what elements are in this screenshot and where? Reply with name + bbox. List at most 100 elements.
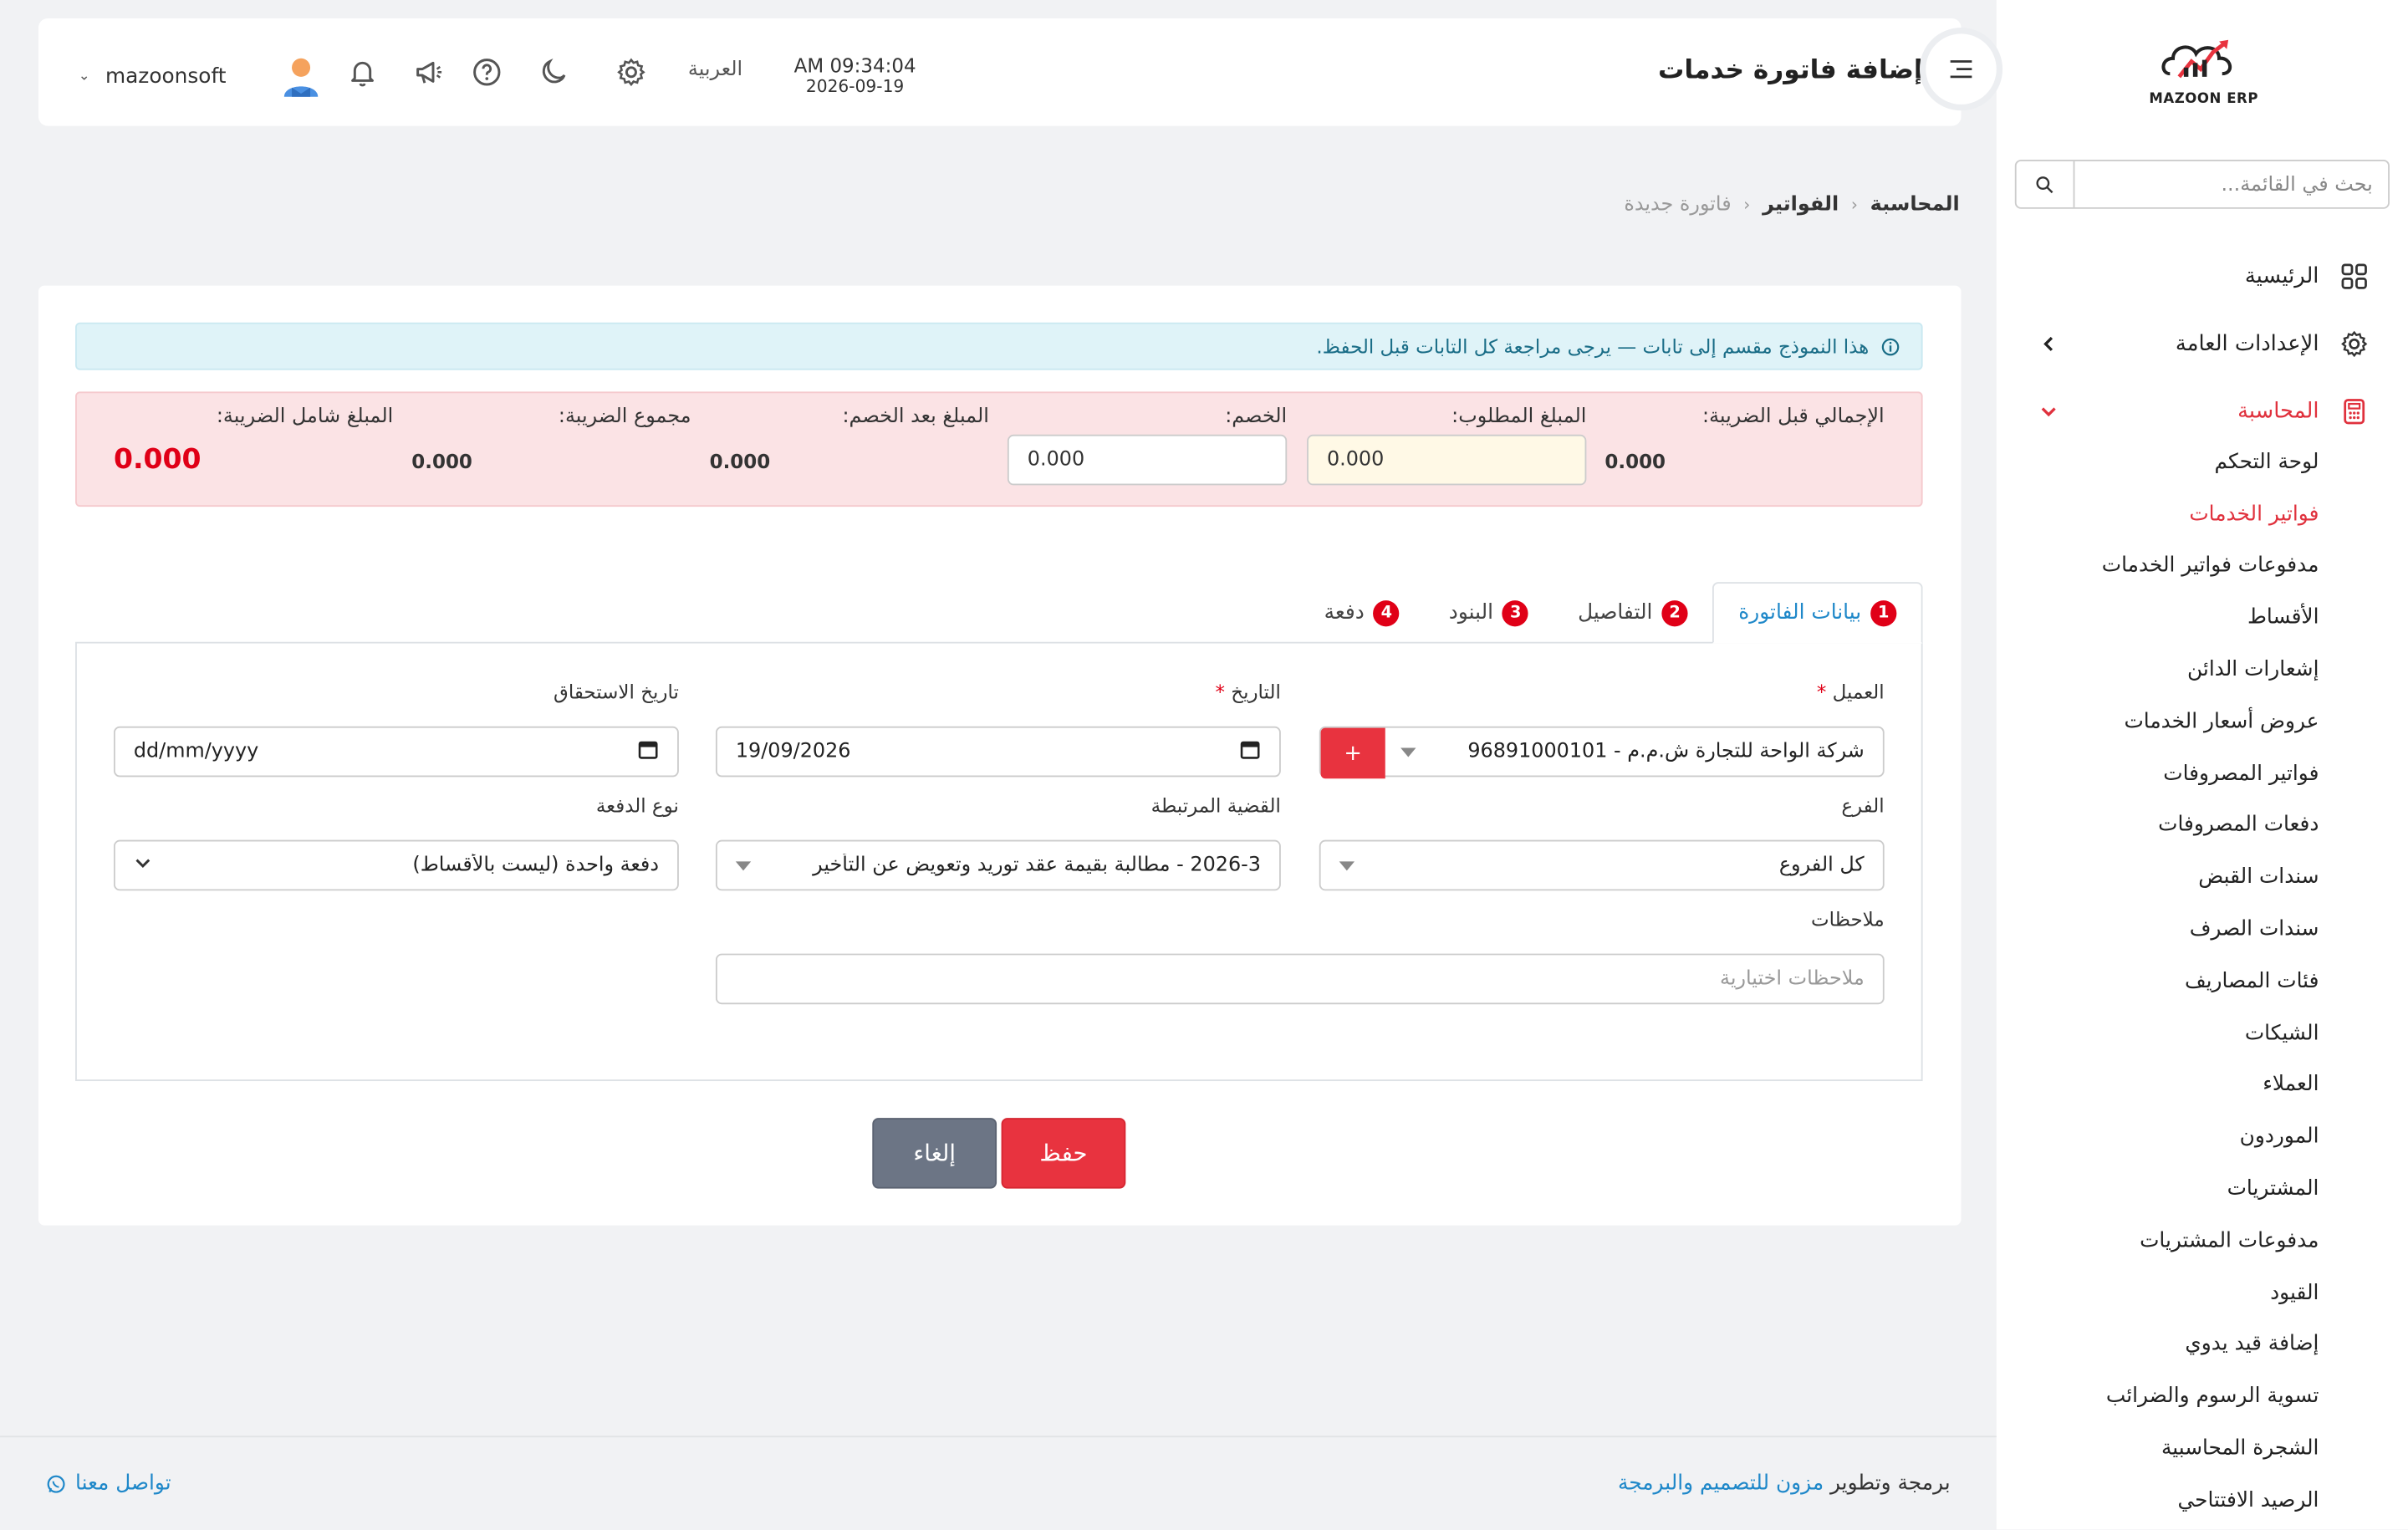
chevron-left-icon: ‹: [1743, 195, 1751, 216]
tab-badge: 1: [1870, 599, 1897, 626]
contact-us-link[interactable]: تواصل معنا: [46, 1471, 171, 1496]
discount-group: الخصم:: [1007, 405, 1288, 486]
moon-icon[interactable]: [538, 55, 571, 89]
tab-items[interactable]: 3 البنود: [1424, 582, 1553, 643]
breadcrumb: المحاسبة ‹ الفواتير ‹ فاتورة جديدة: [1624, 193, 1959, 217]
gear-icon[interactable]: [615, 55, 648, 89]
calendar-icon[interactable]: [1239, 738, 1261, 766]
tab-label: بيانات الفاتورة: [1738, 600, 1862, 625]
megaphone-icon[interactable]: [411, 55, 445, 89]
sidebar-subitem-receipt-vouchers[interactable]: سندات القبض: [1997, 851, 2408, 903]
logo-text: MAZOON ERP: [2149, 92, 2259, 108]
user-menu[interactable]: ⌄ mazoonsoft: [79, 55, 322, 98]
date-value: 19/09/2026: [735, 740, 851, 763]
form-tabs: 1 بيانات الفاتورة 2 التفاصيل 3 البنود 4 …: [1299, 582, 1923, 644]
sidebar-subitem-opening-balance[interactable]: الرصيد الافتتاحي: [1997, 1474, 2408, 1526]
sidebar-subitem-service-invoices[interactable]: فواتير الخدمات: [1997, 488, 2408, 540]
date-field-group: التاريخ * 19/09/2026: [715, 681, 1281, 778]
footer: برمجة وتطوير مزون للتصميم والبرمجة تواصل…: [0, 1436, 1997, 1529]
required-amount-input[interactable]: [1307, 434, 1587, 486]
footer-credit: برمجة وتطوير مزون للتصميم والبرمجة: [1618, 1471, 1951, 1496]
tab-payment[interactable]: 4 دفعة: [1299, 582, 1424, 643]
add-client-button[interactable]: +: [1320, 727, 1385, 779]
dropdown-arrow-icon: [1400, 747, 1416, 757]
chevron-down-icon: [134, 853, 152, 877]
tab-details[interactable]: 2 التفاصيل: [1553, 582, 1712, 643]
tab-invoice-data[interactable]: 1 بيانات الفاتورة: [1712, 582, 1923, 644]
after-discount-group: المبلغ بعد الخصم: 0.000: [710, 405, 989, 473]
due-date-label: تاريخ الاستحقاق: [554, 680, 679, 704]
sidebar-subitem-service-invoice-payments[interactable]: مدفوعات فواتير الخدمات: [1997, 540, 2408, 592]
branch-select[interactable]: كل الفروع: [1319, 839, 1885, 891]
sidebar-subitem-expense-invoices[interactable]: فواتير المصروفات: [1997, 747, 2408, 799]
sidebar-subitem-expense-payments[interactable]: دفعات المصروفات: [1997, 799, 2408, 851]
language-switch[interactable]: العربية: [688, 59, 742, 82]
cancel-button[interactable]: إلغاء: [872, 1118, 997, 1189]
credit-link[interactable]: مزون للتصميم والبرمجة: [1618, 1471, 1824, 1496]
subtotal-group: الإجمالي قبل الضريبة: 0.000: [1604, 405, 1884, 473]
breadcrumb-invoices[interactable]: الفواتير: [1763, 193, 1839, 217]
sidebar-subitem-service-quotes[interactable]: عروض أسعار الخدمات: [1997, 696, 2408, 747]
sidebar-subitem-clients[interactable]: العملاء: [1997, 1059, 2408, 1111]
sidebar-subitem-purchase-payments[interactable]: مدفوعات المشتريات: [1997, 1215, 2408, 1267]
search-icon[interactable]: [2017, 161, 2075, 207]
discount-label: الخصم:: [1225, 405, 1288, 429]
branch-value: كل الفروع: [1778, 854, 1865, 877]
sidebar-subitem-dashboard[interactable]: لوحة التحكم: [1997, 436, 2408, 488]
sidebar-toggle-button[interactable]: [1926, 33, 1997, 105]
info-icon: [1881, 337, 1900, 355]
breadcrumb-accounting[interactable]: المحاسبة: [1870, 193, 1960, 217]
sidebar-subitem-journal-entries[interactable]: القيود: [1997, 1267, 2408, 1318]
due-date-value: dd/mm/yyyy: [133, 740, 259, 763]
tab-label: دفعة: [1324, 600, 1365, 625]
breadcrumb-current: فاتورة جديدة: [1624, 193, 1732, 217]
sidebar-subitem-cheques[interactable]: الشيكات: [1997, 1007, 2408, 1058]
help-icon[interactable]: [470, 55, 503, 89]
due-date-input[interactable]: dd/mm/yyyy: [113, 726, 679, 778]
sidebar-subitem-suppliers[interactable]: الموردون: [1997, 1111, 2408, 1163]
sidebar-item-accounting[interactable]: المحاسبة: [1997, 378, 2408, 446]
invoice-form-card: هذا النموذج مقسم إلى تابات — يرجى مراجعة…: [38, 285, 1962, 1226]
branch-field-group: الفرع كل الفروع: [1319, 794, 1885, 891]
bell-icon[interactable]: [345, 55, 379, 89]
date-input[interactable]: 19/09/2026: [715, 726, 1281, 778]
payment-type-label: نوع الدفعة: [595, 793, 679, 818]
grand-total-label: المبلغ شامل الضريبة:: [216, 405, 394, 429]
chevron-down-icon: ⌄: [78, 69, 90, 85]
sidebar-subitem-payment-vouchers[interactable]: سندات الصرف: [1997, 903, 2408, 955]
required-amount-label: المبلغ المطلوب:: [1451, 405, 1587, 429]
payment-type-select[interactable]: دفعة واحدة (ليست بالأقساط): [113, 839, 679, 891]
sidebar-subitem-installments[interactable]: الأقساط: [1997, 592, 2408, 644]
chevron-down-icon: [2041, 407, 2056, 417]
sidebar-item-home[interactable]: الرئيسية: [1997, 242, 2408, 310]
grand-total-group: المبلغ شامل الضريبة: 0.000: [114, 405, 393, 476]
grid-icon: [2340, 263, 2368, 290]
sidebar-subitem-manual-entry[interactable]: إضافة قيد يدوي: [1997, 1318, 2408, 1370]
sidebar-item-general-settings[interactable]: الإعدادات العامة: [1997, 310, 2408, 378]
client-value: شركة الواحة للتجارة ش.م.م - 96891000101: [1467, 740, 1865, 763]
sidebar-subitem-fees-taxes-settlement[interactable]: تسوية الرسوم والضرائب: [1997, 1370, 2408, 1422]
whatsapp-icon: [47, 1474, 65, 1492]
case-select[interactable]: 2026-3 - مطالبة بقيمة عقد توريد وتعويض ع…: [715, 839, 1281, 891]
clock-time: AM 09:34:04: [793, 54, 916, 77]
notes-input[interactable]: ملاحظات اختيارية: [715, 953, 1885, 1005]
sidebar-subitem-purchases[interactable]: المشتريات: [1997, 1163, 2408, 1215]
subtotal-value: 0.000: [1604, 450, 1666, 473]
sidebar-search-input[interactable]: [2074, 161, 2389, 207]
required-amount-group: المبلغ المطلوب:: [1307, 405, 1587, 486]
case-label: القضية المرتبطة: [1150, 793, 1281, 818]
chevron-left-icon: ‹: [1850, 195, 1858, 216]
subtotal-label: الإجمالي قبل الضريبة:: [1702, 405, 1885, 429]
after-discount-value: 0.000: [709, 450, 771, 473]
discount-input[interactable]: [1007, 434, 1288, 486]
sidebar-subitem-expense-categories[interactable]: فئات المصاريف: [1997, 955, 2408, 1007]
calculator-icon: [2340, 398, 2368, 426]
sidebar-subitem-chart-of-accounts[interactable]: الشجرة المحاسبية: [1997, 1422, 2408, 1474]
tab-badge: 4: [1373, 599, 1400, 626]
app-logo[interactable]: MAZOON ERP: [2147, 33, 2261, 114]
sidebar-subitem-credit-notes[interactable]: إشعارات الدائن: [1997, 644, 2408, 696]
calendar-icon[interactable]: [637, 738, 659, 766]
notes-label: ملاحظات: [1811, 907, 1885, 931]
client-select[interactable]: شركة الواحة للتجارة ش.م.م - 96891000101 …: [1319, 726, 1885, 779]
save-button[interactable]: حفظ: [1001, 1118, 1126, 1189]
